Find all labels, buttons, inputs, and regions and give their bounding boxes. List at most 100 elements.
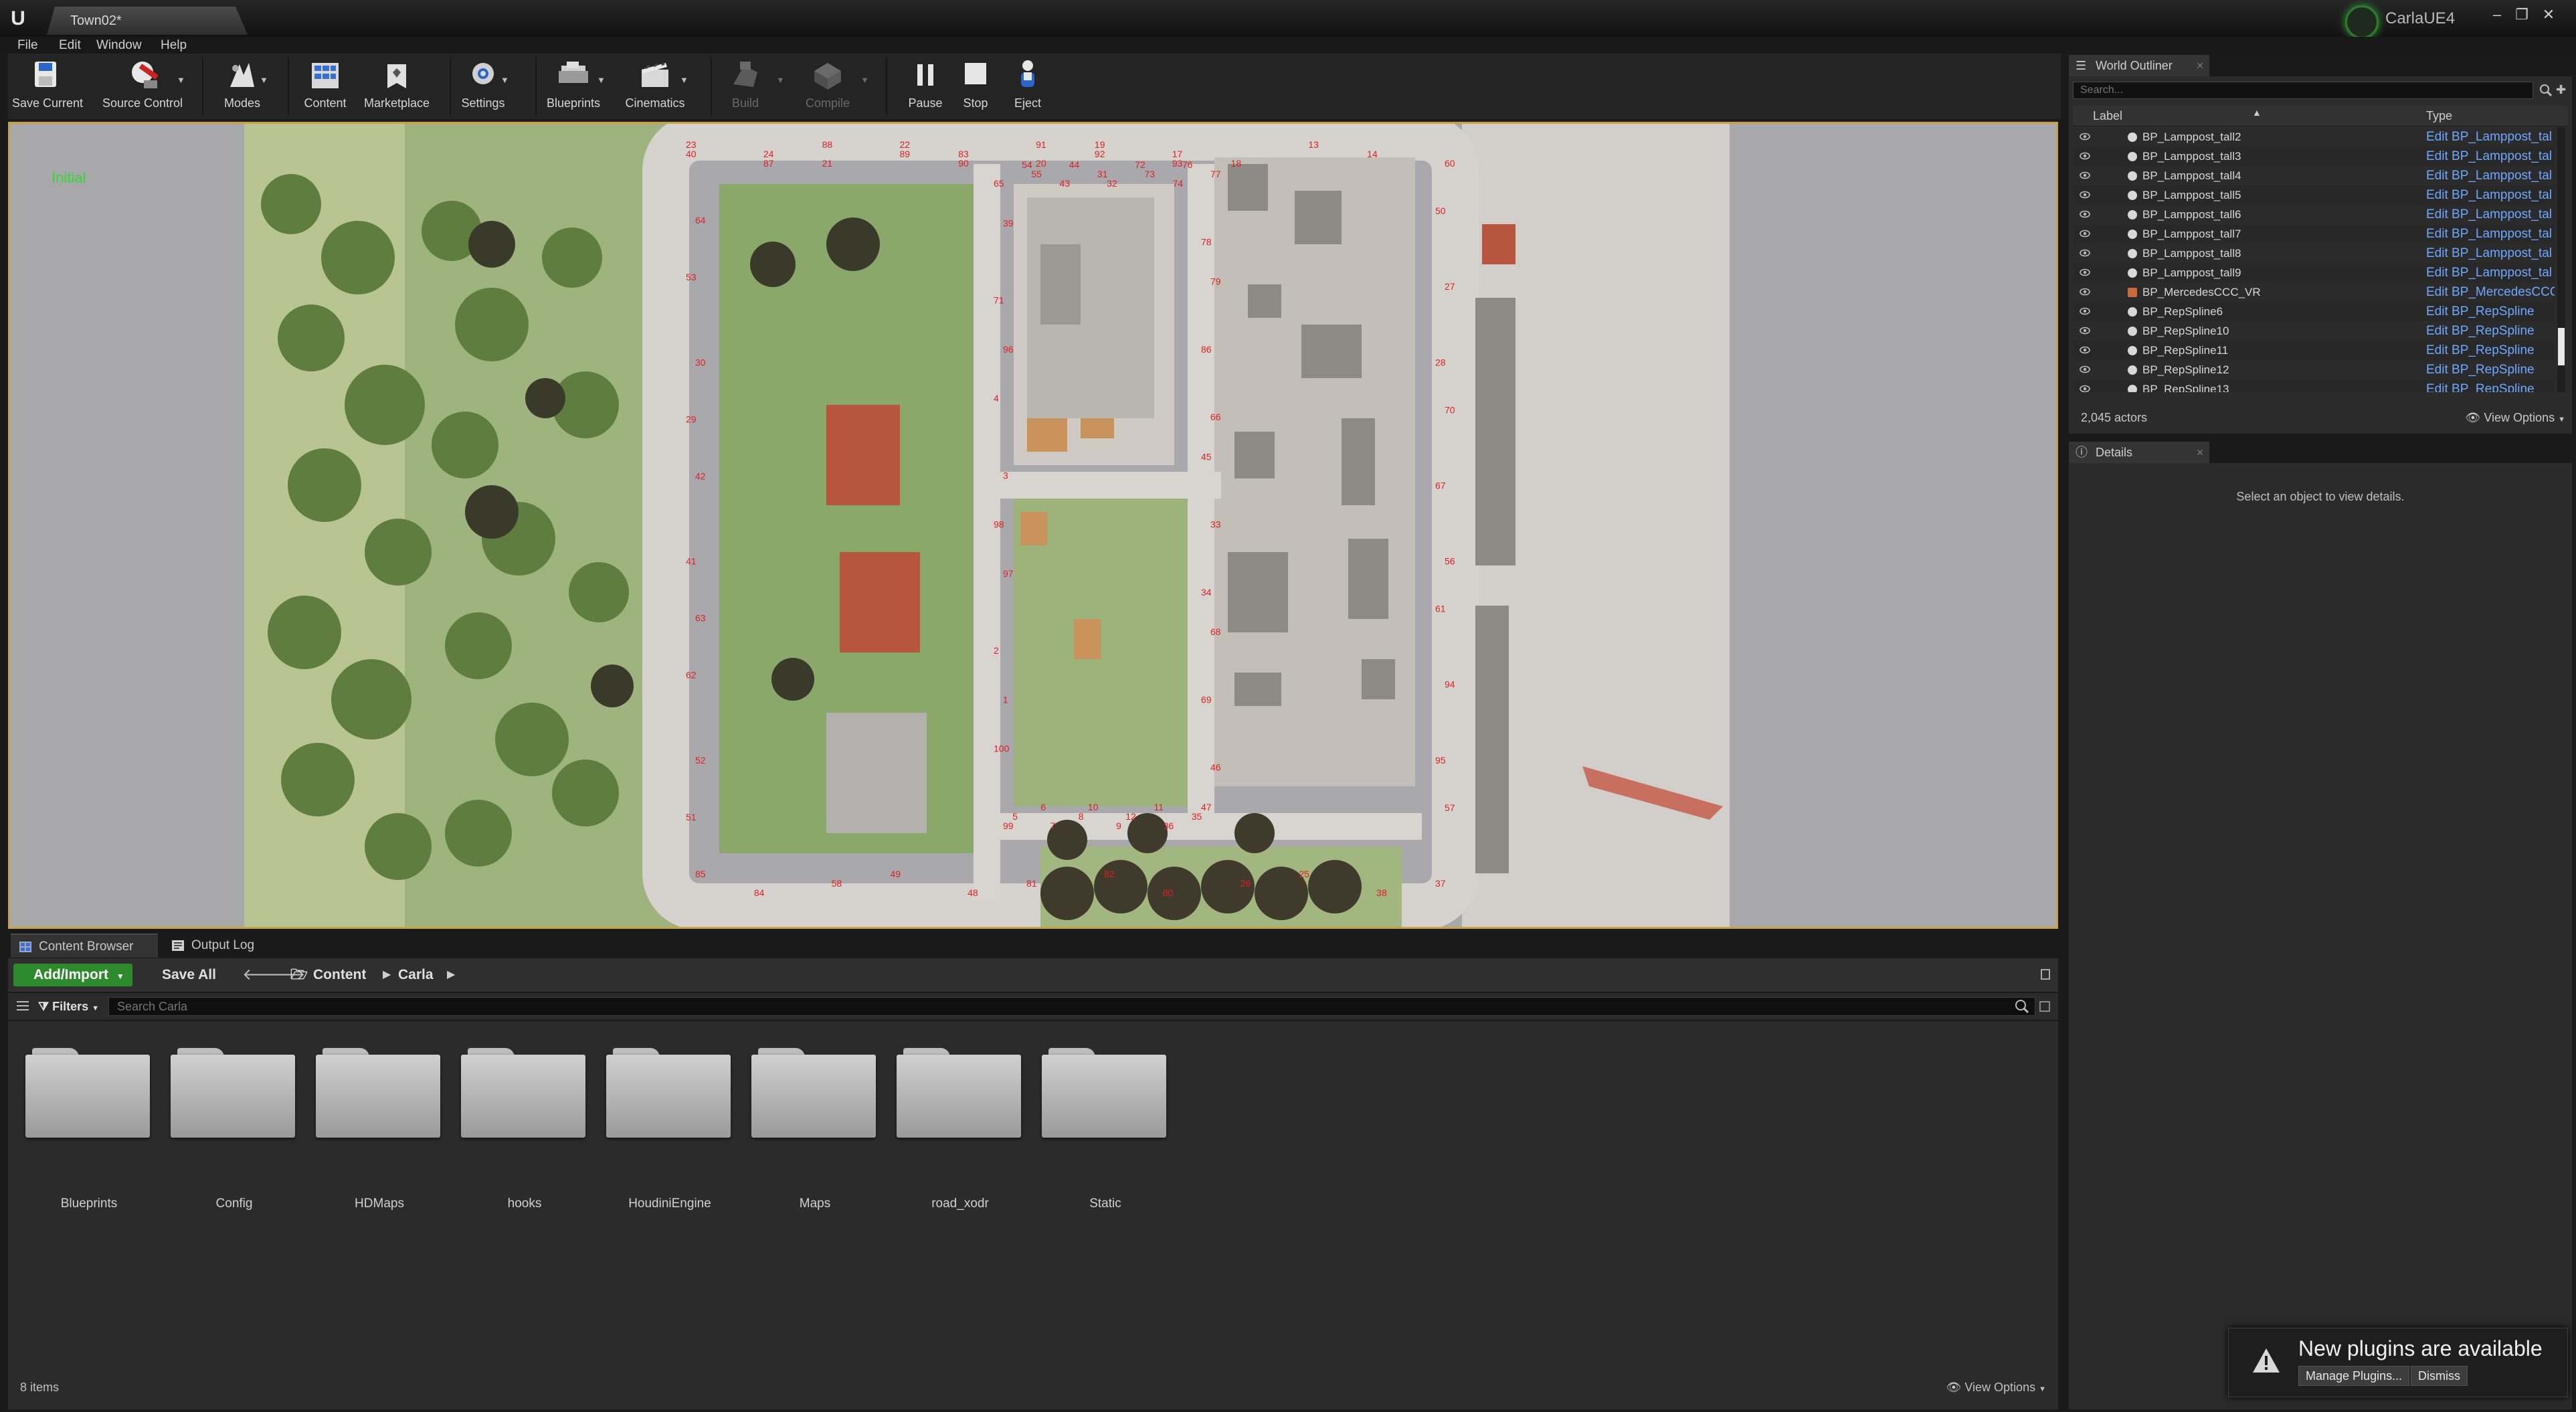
blueprints-button[interactable]: Blueprints <box>537 58 610 116</box>
source-control-button[interactable]: Source Control <box>92 58 193 116</box>
search-icon[interactable] <box>2539 83 2553 98</box>
outliner-row[interactable]: BP_Lamppost_tall4 Edit BP_Lamppost_tal <box>2073 166 2555 185</box>
eye-icon[interactable] <box>2080 190 2090 199</box>
folder-item[interactable]: road_xodr <box>891 1043 1021 1211</box>
menu-window[interactable]: Window <box>96 37 142 54</box>
level-viewport[interactable]: 23 24 21 22 83 20 19 17 18 13 14 60 50 27 28 70 67 56 61 94… <box>8 122 2058 929</box>
outliner-row[interactable]: BP_MercedesCCC_VR Edit BP_MercedesCCC <box>2073 282 2555 302</box>
minimize-icon[interactable]: – <box>2486 5 2508 24</box>
lock-icon[interactable] <box>2041 969 2050 980</box>
eye-icon[interactable] <box>2080 229 2090 238</box>
view-options-button[interactable]: 👁 View Options ▼ <box>1946 1381 2046 1395</box>
modes-dropdown-icon[interactable]: ▼ <box>260 75 268 85</box>
close-tab-icon[interactable]: ✕ <box>2196 442 2204 463</box>
folder-icon[interactable]: 🗁 <box>290 964 308 986</box>
add-folder-icon[interactable]: ✚ <box>2556 83 2569 98</box>
eject-button[interactable]: Eject <box>1001 58 1054 116</box>
actor-type-link[interactable]: Edit BP_Lamppost_tal <box>2426 185 2555 205</box>
eye-icon[interactable] <box>2080 132 2090 141</box>
actor-type-link[interactable]: Edit BP_MercedesCCC <box>2426 282 2555 302</box>
outliner-row[interactable]: BP_RepSpline11 Edit BP_RepSpline <box>2073 341 2555 360</box>
outliner-view-options-button[interactable]: 👁 View Options ▼ <box>2465 411 2565 425</box>
settings-button[interactable]: Settings <box>450 58 517 116</box>
breadcrumb-separator-icon[interactable]: ▶ <box>383 964 391 986</box>
modes-button[interactable]: Modes <box>209 58 276 116</box>
add-import-button[interactable]: Add/Import ▼ <box>13 964 132 986</box>
eye-icon[interactable] <box>2080 326 2090 335</box>
manage-plugins-button[interactable]: Manage Plugins... <box>2298 1366 2410 1386</box>
actor-type-link[interactable]: Edit BP_Lamppost_tal <box>2426 263 2555 282</box>
outliner-row[interactable]: BP_RepSpline12 Edit BP_RepSpline <box>2073 360 2555 379</box>
close-tab-icon[interactable]: ✕ <box>2196 55 2204 76</box>
eye-icon[interactable] <box>2080 345 2090 355</box>
save-current-button[interactable]: Save Current <box>12 58 83 116</box>
eye-icon[interactable] <box>2080 268 2090 277</box>
sources-toggle-icon[interactable] <box>16 1000 29 1012</box>
actor-type-link[interactable]: Edit BP_Lamppost_tal <box>2426 224 2555 244</box>
outliner-row[interactable]: BP_RepSpline13 Edit BP_RepSpline <box>2073 379 2555 392</box>
close-icon[interactable]: ✕ <box>2537 5 2560 24</box>
actor-type-link[interactable]: Edit BP_Lamppost_tal <box>2426 147 2555 166</box>
tab-output-log[interactable]: Output Log <box>163 934 284 958</box>
folder-item[interactable]: Blueprints <box>20 1043 150 1211</box>
maximize-icon[interactable]: ❐ <box>2510 5 2533 24</box>
eye-icon[interactable] <box>2080 248 2090 258</box>
sort-ascending-icon[interactable]: ▲ <box>2252 107 2262 118</box>
outliner-search-input[interactable] <box>2073 82 2533 99</box>
build-button[interactable]: Build <box>712 58 779 116</box>
content-button[interactable]: Content <box>292 58 359 116</box>
eye-icon[interactable] <box>2080 306 2090 316</box>
blueprints-dropdown-icon[interactable]: ▼ <box>597 75 606 85</box>
actor-type-link[interactable]: Edit BP_RepSpline <box>2426 360 2555 379</box>
outliner-row[interactable]: BP_Lamppost_tall9 Edit BP_Lamppost_tal <box>2073 263 2555 282</box>
actor-type-link[interactable]: Edit BP_RepSpline <box>2426 341 2555 360</box>
folder-item[interactable]: HoudiniEngine <box>601 1043 731 1211</box>
menu-edit[interactable]: Edit <box>59 37 81 54</box>
eye-icon[interactable] <box>2080 365 2090 374</box>
outliner-row[interactable]: BP_RepSpline10 Edit BP_RepSpline <box>2073 321 2555 341</box>
folder-item[interactable]: Maps <box>746 1043 876 1211</box>
cinematics-dropdown-icon[interactable]: ▼ <box>680 75 688 85</box>
cinematics-button[interactable]: Cinematics <box>618 58 692 116</box>
outliner-row[interactable]: BP_Lamppost_tall6 Edit BP_Lamppost_tal <box>2073 205 2555 224</box>
settings-dropdown-icon[interactable]: ▼ <box>500 75 509 85</box>
actor-type-link[interactable]: Edit BP_RepSpline <box>2426 302 2555 321</box>
actor-type-link[interactable]: Edit BP_Lamppost_tal <box>2426 166 2555 185</box>
tab-world-outliner[interactable]: ☰ World Outliner ✕ <box>2069 55 2209 76</box>
dismiss-button[interactable]: Dismiss <box>2411 1366 2468 1386</box>
menu-file[interactable]: File <box>17 37 38 54</box>
compile-button[interactable]: Compile <box>791 58 864 116</box>
actor-type-link[interactable]: Edit BP_Lamppost_tal <box>2426 127 2555 147</box>
outliner-scrollbar[interactable] <box>2557 127 2565 392</box>
town-map-render[interactable]: 2324212283201917181314605027287067566194… <box>10 124 2056 927</box>
outliner-row[interactable]: BP_Lamppost_tall5 Edit BP_Lamppost_tal <box>2073 185 2555 205</box>
compile-dropdown-icon[interactable]: ▼ <box>860 75 869 85</box>
column-label[interactable]: Label <box>2093 106 2122 126</box>
content-search-input[interactable] <box>108 997 2035 1016</box>
save-search-icon[interactable] <box>2039 1001 2050 1012</box>
eye-icon[interactable] <box>2080 384 2090 392</box>
tab-details[interactable]: ⓘ Details ✕ <box>2069 442 2209 463</box>
outliner-row[interactable]: BP_RepSpline6 Edit BP_RepSpline <box>2073 302 2555 321</box>
search-icon[interactable] <box>2014 998 2030 1014</box>
actor-type-link[interactable]: Edit BP_Lamppost_tal <box>2426 205 2555 224</box>
outliner-row[interactable]: BP_Lamppost_tall2 Edit BP_Lamppost_tal <box>2073 127 2555 147</box>
folder-item[interactable]: HDMaps <box>310 1043 440 1211</box>
eye-icon[interactable] <box>2080 287 2090 296</box>
save-all-button[interactable]: Save All <box>142 964 216 986</box>
filters-button[interactable]: ⧩ Filters ▼ <box>38 997 99 1016</box>
document-tab[interactable]: Town02* <box>47 7 248 35</box>
menu-help[interactable]: Help <box>161 37 187 54</box>
source-control-dropdown-icon[interactable]: ▼ <box>177 75 185 85</box>
actor-type-link[interactable]: Edit BP_RepSpline <box>2426 379 2555 392</box>
breadcrumb-carla[interactable]: Carla <box>398 964 434 986</box>
folder-item[interactable]: Static <box>1036 1043 1166 1211</box>
tab-content-browser[interactable]: Content Browser <box>11 934 158 958</box>
outliner-scrollbar-thumb[interactable] <box>2558 328 2565 365</box>
breadcrumb-separator-icon[interactable]: ▶ <box>447 964 455 986</box>
folder-item[interactable]: Config <box>165 1043 295 1211</box>
outliner-row[interactable]: BP_Lamppost_tall3 Edit BP_Lamppost_tal <box>2073 147 2555 166</box>
build-dropdown-icon[interactable]: ▼ <box>776 75 785 85</box>
breadcrumb-content[interactable]: Content <box>313 964 366 986</box>
eye-icon[interactable] <box>2080 209 2090 219</box>
